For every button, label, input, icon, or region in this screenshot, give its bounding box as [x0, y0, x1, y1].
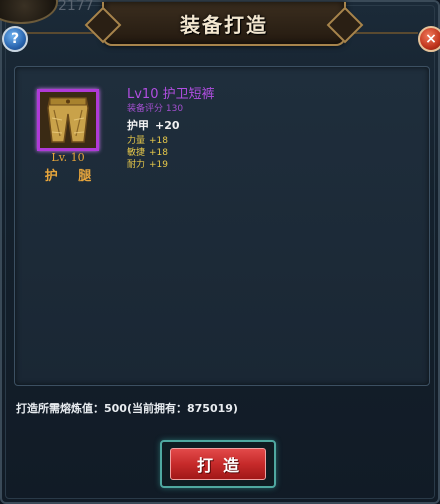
forge-cost: 打造所需熔炼值：500(当前拥有：875019) [16, 402, 238, 415]
attribute-label: 力量 [127, 136, 146, 146]
attribute-row: 力量 +18 [127, 135, 215, 147]
attribute-row: 耐力 +19 [127, 159, 215, 171]
attribute-value: +19 [149, 160, 169, 170]
armor-label: 护甲 [127, 119, 149, 132]
attribute-value: +18 [149, 148, 169, 158]
item-stats: Lv10 护卫短裤 装备评分 130 护甲 +20 力量 +18 敏捷 +18 耐力 +… [127, 87, 215, 171]
item-score-value: 130 [165, 104, 184, 114]
attribute-value: +18 [149, 136, 169, 146]
dialog-title: 装备打造 [180, 12, 268, 37]
forge-dialog: 2177 装备打造 ? × Lv. 10 护 腿 Lv10 护卫短裤 装备评分 … [0, 0, 440, 504]
question-icon: ? [10, 31, 20, 47]
item-level: Lv. 10 [51, 151, 85, 164]
corner-partial-value: 2177 [58, 0, 94, 14]
help-button[interactable]: ? [2, 26, 28, 52]
close-icon: × [425, 31, 437, 47]
attribute-row: 敏捷 +18 [127, 147, 215, 159]
item-info-panel: Lv. 10 护 腿 Lv10 护卫短裤 装备评分 130 护甲 +20 力量 +1… [14, 66, 430, 386]
item-slot[interactable] [37, 89, 99, 151]
armor-stat: 护甲 +20 [127, 117, 215, 135]
item-score-label: 装备评分 [127, 104, 164, 114]
item-score: 装备评分 130 [127, 103, 215, 115]
close-button[interactable]: × [418, 26, 440, 52]
forge-button-frame: 打造 [160, 440, 276, 488]
corner-ornament [0, 0, 58, 24]
title-banner: 装备打造 [102, 2, 346, 46]
item-type: 护 腿 [44, 169, 100, 184]
attribute-label: 耐力 [127, 160, 146, 170]
leather-leggings-icon [40, 92, 96, 148]
forge-button[interactable]: 打造 [170, 448, 266, 480]
attribute-label: 敏捷 [127, 148, 146, 158]
armor-value: +20 [155, 119, 180, 132]
item-name: Lv10 护卫短裤 [127, 87, 215, 102]
title-divider-left [24, 32, 102, 34]
